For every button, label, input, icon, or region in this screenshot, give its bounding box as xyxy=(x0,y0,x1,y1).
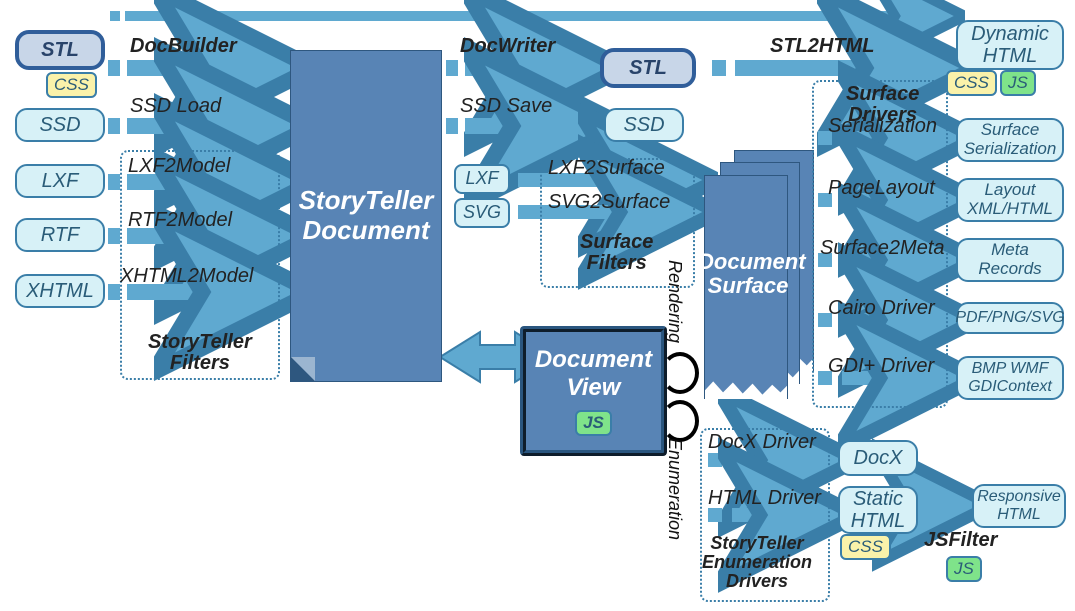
text: Dynamic HTML xyxy=(971,23,1049,67)
node-responsive-html: Responsive HTML xyxy=(972,484,1066,528)
badge-js-docview: JS xyxy=(575,410,612,436)
label-lxf2model: LXF2Model xyxy=(128,156,230,177)
node-xhtml-input: XHTML xyxy=(15,274,105,308)
text: SVG xyxy=(463,203,501,223)
node-stl-input: STL xyxy=(15,30,105,70)
node-bmp-wmf: BMP WMF GDIContext xyxy=(956,356,1064,400)
label-surface2meta: Surface2Meta xyxy=(820,238,945,259)
label-enum-drivers: StoryTeller Enumeration Drivers xyxy=(702,534,812,591)
label-xhtml2model: XHTML2Model xyxy=(120,266,253,287)
node-pdf-png-svg: PDF/PNG/SVG xyxy=(956,302,1064,334)
node-layout-xml: Layout XML/HTML xyxy=(956,178,1064,222)
text: DocX xyxy=(854,447,903,469)
label-cairo: Cairo Driver xyxy=(828,298,935,319)
node-dynamic-html: Dynamic HTML xyxy=(956,20,1064,70)
badge-css-static: CSS xyxy=(840,534,891,560)
label-pagelayout: PageLayout xyxy=(828,178,935,199)
text: STL xyxy=(41,39,79,61)
text: XHTML xyxy=(26,280,94,302)
node-meta-records: Meta Records xyxy=(956,238,1064,282)
label-svg2surface: SVG2Surface xyxy=(548,192,670,213)
text: Surface Serialization xyxy=(964,121,1057,158)
text: RTF xyxy=(41,224,80,246)
text: Layout XML/HTML xyxy=(967,181,1053,218)
node-docx: DocX xyxy=(838,440,918,476)
text: STL xyxy=(629,57,667,79)
label-stl2html: STL2HTML xyxy=(770,36,874,57)
curl-rendering-icon xyxy=(661,352,699,394)
node-lxf-mid: LXF xyxy=(454,164,510,194)
label-ssdload: SSD Load xyxy=(130,96,221,117)
node-static-html: Static HTML xyxy=(838,486,918,534)
label-serialization: Serialization xyxy=(828,116,937,137)
text: Document View xyxy=(535,346,652,401)
node-stl-mid: STL xyxy=(600,48,696,88)
label-ssdsave: SSD Save xyxy=(460,96,552,117)
text: LXF xyxy=(42,170,79,192)
text: Document Surface xyxy=(698,249,806,298)
text: SSD xyxy=(39,114,80,136)
label-lxf2surface: LXF2Surface xyxy=(548,158,665,179)
label-gdi: GDI+ Driver xyxy=(828,356,934,377)
node-surface-serialization: Surface Serialization xyxy=(956,118,1064,162)
label-html-driver: HTML Driver xyxy=(708,488,821,509)
badge-css-stl: CSS xyxy=(46,72,97,98)
label-docx-driver: DocX Driver xyxy=(708,432,816,453)
text: Responsive HTML xyxy=(977,488,1061,523)
node-lxf-input: LXF xyxy=(15,164,105,198)
badge-css-dynhtml: CSS xyxy=(946,70,997,96)
node-ssd-mid: SSD xyxy=(604,108,684,142)
node-rtf-input: RTF xyxy=(15,218,105,252)
text: Static HTML xyxy=(851,488,905,532)
text: LXF xyxy=(465,169,498,189)
label-document-surface: Document Surface xyxy=(698,250,798,298)
text: BMP WMF GDIContext xyxy=(968,360,1052,395)
block-storyteller-document: StoryTeller Document xyxy=(290,50,442,382)
text: PDF/PNG/SVG xyxy=(955,309,1064,327)
label-jsfilter: JSFilter xyxy=(924,530,997,551)
label-surface-filters: Surface Filters xyxy=(580,232,653,274)
curl-enumeration-icon xyxy=(661,400,699,442)
label-storyteller-filters: StoryTeller Filters xyxy=(148,332,252,374)
badge-js-filter: JS xyxy=(946,556,982,582)
block-document-view: Document View JS xyxy=(520,326,667,456)
node-ssd-input: SSD xyxy=(15,108,105,142)
label-rendering: Rendering xyxy=(664,260,685,343)
label-docwriter: DocWriter xyxy=(460,36,555,57)
text: StoryTeller Document xyxy=(299,186,434,246)
text: SSD xyxy=(623,114,664,136)
fold-icon-light xyxy=(291,357,315,381)
badge-js-dynhtml: JS xyxy=(1000,70,1036,96)
label-rtf2model: RTF2Model xyxy=(128,210,232,231)
label-docbuilder: DocBuilder xyxy=(130,36,237,57)
node-svg-mid: SVG xyxy=(454,198,510,228)
text: Meta Records xyxy=(978,241,1041,278)
label-enumeration: Enumeration xyxy=(664,438,685,540)
